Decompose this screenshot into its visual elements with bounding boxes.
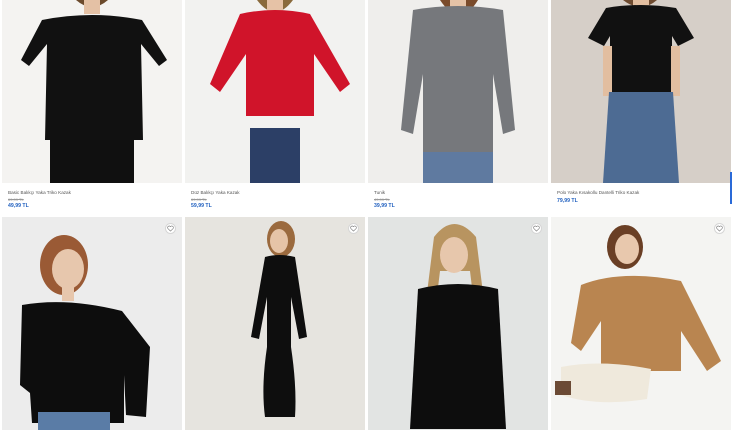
- product-info: Basic Balıkçı Yaka Triko Kazak 69,99 TL …: [2, 184, 182, 214]
- product-card[interactable]: [551, 217, 731, 430]
- favorite-button[interactable]: [348, 223, 359, 234]
- product-card[interactable]: [368, 217, 548, 430]
- heart-outline-icon: [350, 225, 357, 232]
- product-card[interactable]: Polo Yaka Kısakollu Dantelli Triko Kazak…: [551, 0, 731, 214]
- product-card[interactable]: Basic Balıkçı Yaka Triko Kazak 69,99 TL …: [2, 0, 182, 214]
- product-card[interactable]: Tunik 49,99 TL 39,99 TL: [368, 0, 548, 214]
- product-name[interactable]: Tunik: [374, 190, 385, 195]
- product-name[interactable]: Düz Balıkçı Yaka Kazak: [191, 190, 240, 195]
- product-info: Polo Yaka Kısakollu Dantelli Triko Kazak…: [551, 184, 731, 214]
- product-image[interactable]: [551, 217, 731, 430]
- product-image[interactable]: [368, 0, 548, 183]
- product-name[interactable]: Polo Yaka Kısakollu Dantelli Triko Kazak: [557, 190, 639, 195]
- product-name[interactable]: Basic Balıkçı Yaka Triko Kazak: [8, 190, 71, 195]
- product-card[interactable]: [2, 217, 182, 430]
- product-price: 59,99 TL: [191, 203, 212, 209]
- product-image[interactable]: [185, 217, 365, 430]
- scrollbar-thumb[interactable]: [730, 172, 732, 204]
- old-price: 69,99 TL: [191, 197, 207, 202]
- product-card[interactable]: Düz Balıkçı Yaka Kazak 69,99 TL 59,99 TL: [185, 0, 365, 214]
- old-price: 49,99 TL: [374, 197, 390, 202]
- product-price: 49,99 TL: [8, 203, 29, 209]
- product-image[interactable]: [2, 217, 182, 430]
- product-image[interactable]: [2, 0, 182, 183]
- product-image[interactable]: [551, 0, 731, 183]
- product-image[interactable]: [185, 0, 365, 183]
- old-price: 69,99 TL: [8, 197, 24, 202]
- product-info: Tunik 49,99 TL 39,99 TL: [368, 184, 548, 214]
- product-price: 39,99 TL: [374, 203, 395, 209]
- product-card[interactable]: [185, 217, 365, 430]
- favorite-button[interactable]: [531, 223, 542, 234]
- heart-outline-icon: [167, 225, 174, 232]
- product-image[interactable]: [368, 217, 548, 430]
- heart-outline-icon: [533, 225, 540, 232]
- product-price: 79,99 TL: [557, 198, 578, 204]
- heart-outline-icon: [716, 225, 723, 232]
- favorite-button[interactable]: [165, 223, 176, 234]
- product-info: Düz Balıkçı Yaka Kazak 69,99 TL 59,99 TL: [185, 184, 365, 214]
- favorite-button[interactable]: [714, 223, 725, 234]
